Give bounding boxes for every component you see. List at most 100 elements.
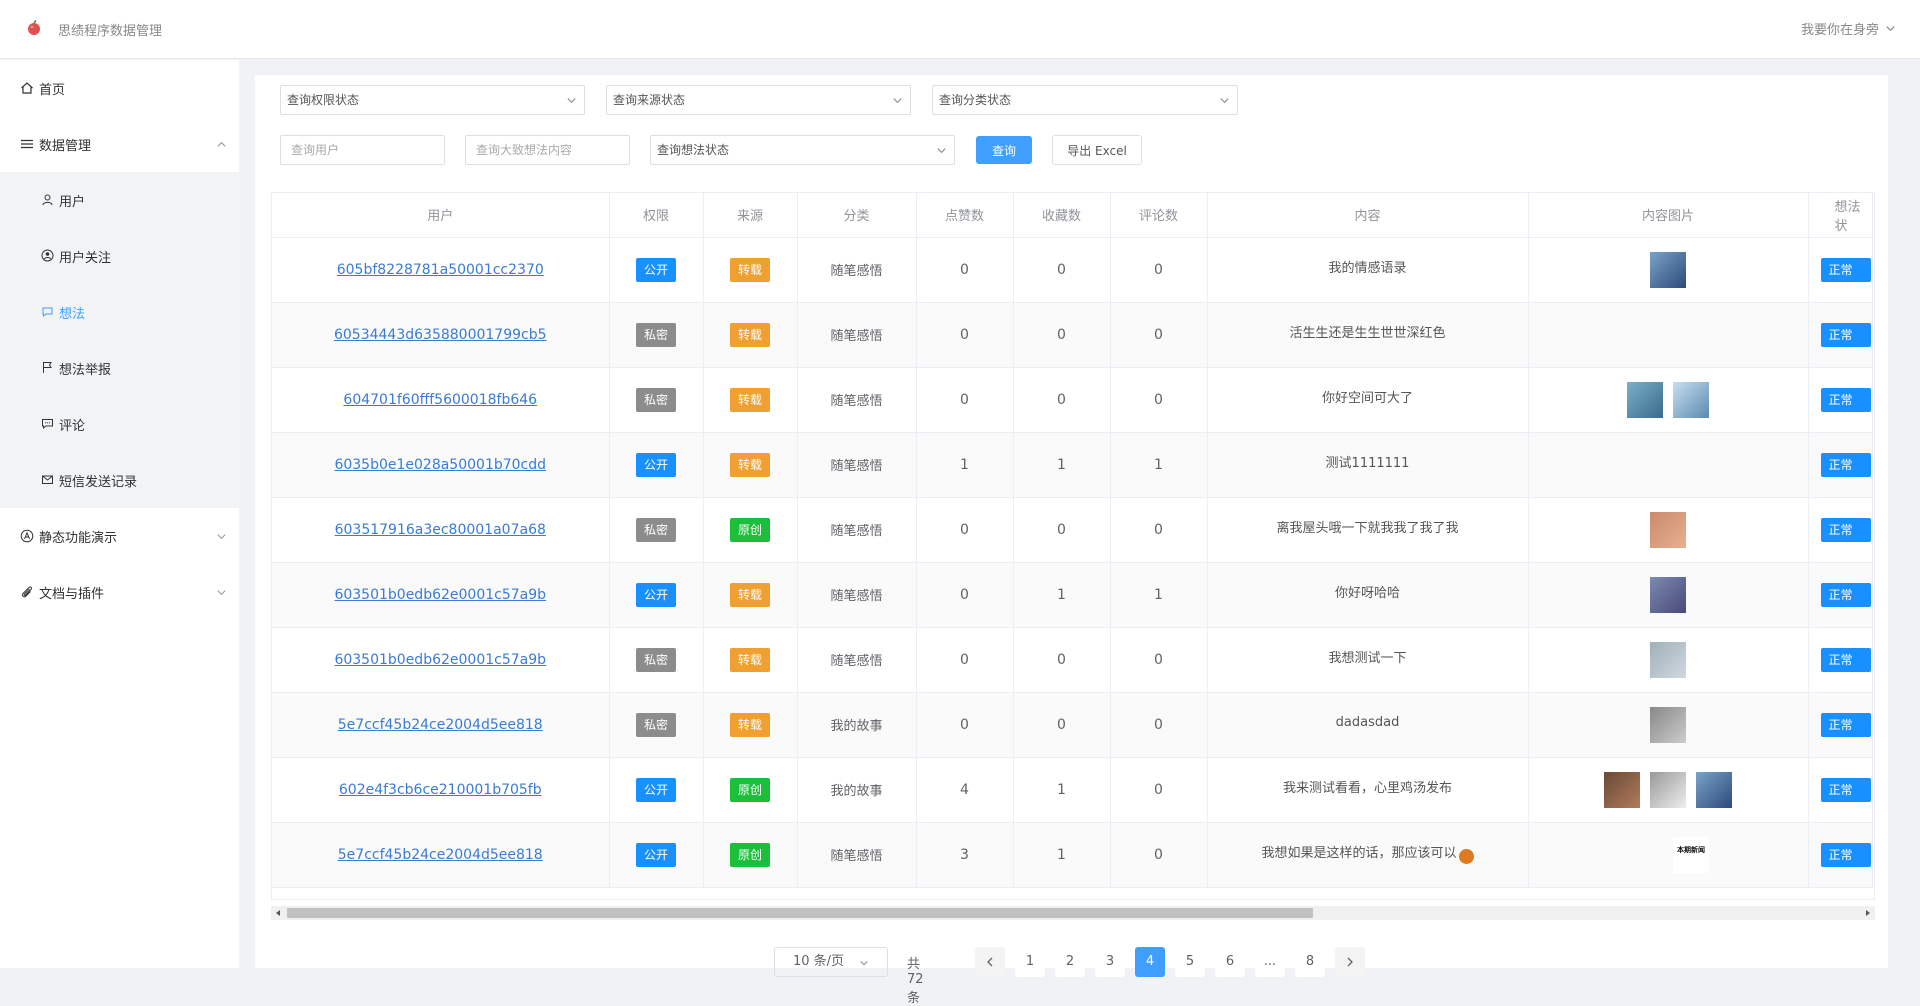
- permission-tag: 私密: [636, 647, 676, 672]
- sidebar-item-user-follow[interactable]: 用户关注: [0, 228, 239, 284]
- page-ellipsis[interactable]: ...: [1255, 947, 1285, 977]
- user-id-link[interactable]: 5e7ccf45b24ce2004d5ee818: [338, 717, 543, 733]
- ideas-table: 用户 权限 来源 分类 点赞数 收藏数 评论数 内容 内容图片 想法状 605b…: [271, 192, 1875, 900]
- column-header-content[interactable]: 内容: [1207, 193, 1529, 238]
- page-8-button[interactable]: 8: [1295, 947, 1325, 977]
- scroll-left-arrow-icon[interactable]: [274, 909, 282, 917]
- idea-status-tag[interactable]: 正常: [1820, 517, 1871, 542]
- scroll-right-arrow-icon[interactable]: [1864, 909, 1872, 917]
- comments-cell: 0: [1110, 237, 1208, 303]
- source-status-select[interactable]: 查询来源状态: [606, 85, 911, 115]
- column-header-favorites[interactable]: 收藏数: [1013, 193, 1111, 238]
- idea-status-cell: 正常: [1808, 497, 1873, 563]
- idea-status-tag[interactable]: 正常: [1820, 322, 1871, 347]
- category-cell: 我的故事: [797, 692, 917, 758]
- user-id-link[interactable]: 603517916a3ec80001a07a68: [335, 522, 546, 538]
- user-id-link[interactable]: 6035b0e1e028a50001b70cdd: [334, 457, 546, 473]
- user-name: 我要你在身旁: [1800, 23, 1879, 38]
- idea-status-cell: 正常: [1808, 237, 1873, 303]
- user-id-link[interactable]: 604701f60fff5600018fb646: [343, 392, 537, 408]
- query-button[interactable]: 查询: [976, 136, 1032, 164]
- content-images-cell: [1528, 302, 1809, 368]
- likes-cell: 0: [916, 562, 1014, 628]
- sidebar-item-users[interactable]: 用户: [0, 172, 239, 228]
- permission-tag: 公开: [636, 452, 676, 477]
- page-2-button[interactable]: 2: [1055, 947, 1085, 977]
- content-cell: 我想如果是这样的话，那应该可以: [1207, 822, 1529, 888]
- sidebar-item-idea-reports[interactable]: 想法举报: [0, 340, 239, 396]
- user-id-link[interactable]: 603501b0edb62e0001c57a9b: [334, 652, 546, 668]
- sidebar-item-home[interactable]: 首页: [0, 60, 239, 116]
- export-excel-button[interactable]: 导出 Excel: [1052, 135, 1142, 165]
- sidebar-item-static-demo[interactable]: 静态功能演示: [0, 508, 239, 564]
- column-header-permission[interactable]: 权限: [609, 193, 704, 238]
- home-icon: [21, 82, 33, 94]
- column-header-category[interactable]: 分类: [797, 193, 917, 238]
- sidebar-item-comments[interactable]: 评论: [0, 396, 239, 452]
- page-3-button[interactable]: 3: [1095, 947, 1125, 977]
- content-thumbnail[interactable]: [1650, 251, 1686, 288]
- content-thumbnail[interactable]: 本期新闻: [1673, 836, 1709, 873]
- sidebar-item-sms-records[interactable]: 短信发送记录: [0, 452, 239, 508]
- permission-tag: 公开: [636, 777, 676, 802]
- idea-status-tag[interactable]: 正常: [1820, 387, 1871, 412]
- content-images-cell: [1528, 237, 1809, 303]
- sidebar-item-docs-plugins[interactable]: 文档与插件: [0, 564, 239, 620]
- content-thumbnail[interactable]: [1604, 771, 1640, 808]
- content-thumbnail[interactable]: [1673, 381, 1709, 418]
- content-search-input[interactable]: [465, 135, 630, 165]
- content-thumbnail[interactable]: [1650, 641, 1686, 678]
- sidebar-item-data-management[interactable]: 数据管理: [0, 116, 239, 172]
- column-header-user[interactable]: 用户: [272, 193, 610, 238]
- category-status-select[interactable]: 查询分类状态: [932, 85, 1238, 115]
- page-4-button[interactable]: 4: [1135, 947, 1165, 977]
- content-thumbnail[interactable]: [1696, 771, 1732, 808]
- table-row: 60534443d635880001799cb5 私密 转载 随笔感悟 0 0 …: [272, 302, 1873, 368]
- sidebar-item-ideas[interactable]: 想法: [0, 284, 239, 340]
- horizontal-scrollbar[interactable]: [271, 906, 1875, 920]
- idea-status-tag[interactable]: 正常: [1820, 452, 1871, 477]
- page-5-button[interactable]: 5: [1175, 947, 1205, 977]
- column-header-source[interactable]: 来源: [703, 193, 798, 238]
- idea-status-tag[interactable]: 正常: [1820, 712, 1871, 737]
- idea-status-tag[interactable]: 正常: [1820, 647, 1871, 672]
- idea-status-tag[interactable]: 正常: [1820, 582, 1871, 607]
- column-header-idea-status[interactable]: 想法状: [1808, 193, 1873, 238]
- idea-status-tag[interactable]: 正常: [1820, 777, 1871, 802]
- idea-status-select[interactable]: 查询想法状态: [650, 135, 955, 165]
- user-id-link[interactable]: 602e4f3cb6ce210001b705fb: [339, 782, 542, 798]
- next-page-button[interactable]: [1335, 947, 1365, 977]
- content-thumbnail[interactable]: [1627, 381, 1663, 418]
- user-id-link[interactable]: 5e7ccf45b24ce2004d5ee818: [338, 847, 543, 863]
- chevron-down-icon: [1220, 98, 1229, 104]
- page-6-button[interactable]: 6: [1215, 947, 1245, 977]
- column-header-likes[interactable]: 点赞数: [916, 193, 1014, 238]
- idea-status-tag[interactable]: 正常: [1820, 257, 1871, 282]
- permission-status-select[interactable]: 查询权限状态: [280, 85, 585, 115]
- content-thumbnail[interactable]: [1650, 706, 1686, 743]
- likes-cell: 0: [916, 237, 1014, 303]
- column-header-content-images[interactable]: 内容图片: [1528, 193, 1809, 238]
- content-thumbnail[interactable]: [1627, 836, 1663, 873]
- content-cell: 你好呀哈哈: [1207, 562, 1529, 628]
- user-cell: 604701f60fff5600018fb646: [272, 367, 610, 433]
- content-thumbnail[interactable]: [1650, 511, 1686, 548]
- content-thumbnail[interactable]: [1650, 771, 1686, 808]
- scrollbar-thumb[interactable]: [287, 908, 1313, 918]
- page-1-button[interactable]: 1: [1015, 947, 1045, 977]
- user-id-link[interactable]: 603501b0edb62e0001c57a9b: [334, 587, 546, 603]
- prev-page-button[interactable]: [975, 947, 1005, 977]
- idea-status-tag[interactable]: 正常: [1820, 842, 1871, 867]
- sidebar-item-label: 用户: [59, 195, 86, 210]
- user-id-link[interactable]: 60534443d635880001799cb5: [334, 327, 547, 343]
- user-id-link[interactable]: 605bf8228781a50001cc2370: [337, 262, 544, 278]
- content-images-cell: [1528, 757, 1809, 823]
- user-search-input[interactable]: [280, 135, 445, 165]
- sidebar-item-label: 评论: [59, 419, 86, 434]
- page-size-select[interactable]: 10 条/页: [774, 947, 888, 977]
- user-menu[interactable]: 我要你在身旁: [1801, 19, 1896, 38]
- column-header-comments[interactable]: 评论数: [1110, 193, 1208, 238]
- source-cell: 转载: [703, 367, 798, 433]
- content-thumbnail[interactable]: [1650, 576, 1686, 613]
- table-header-row: 用户 权限 来源 分类 点赞数 收藏数 评论数 内容 内容图片 想法状: [272, 193, 1873, 238]
